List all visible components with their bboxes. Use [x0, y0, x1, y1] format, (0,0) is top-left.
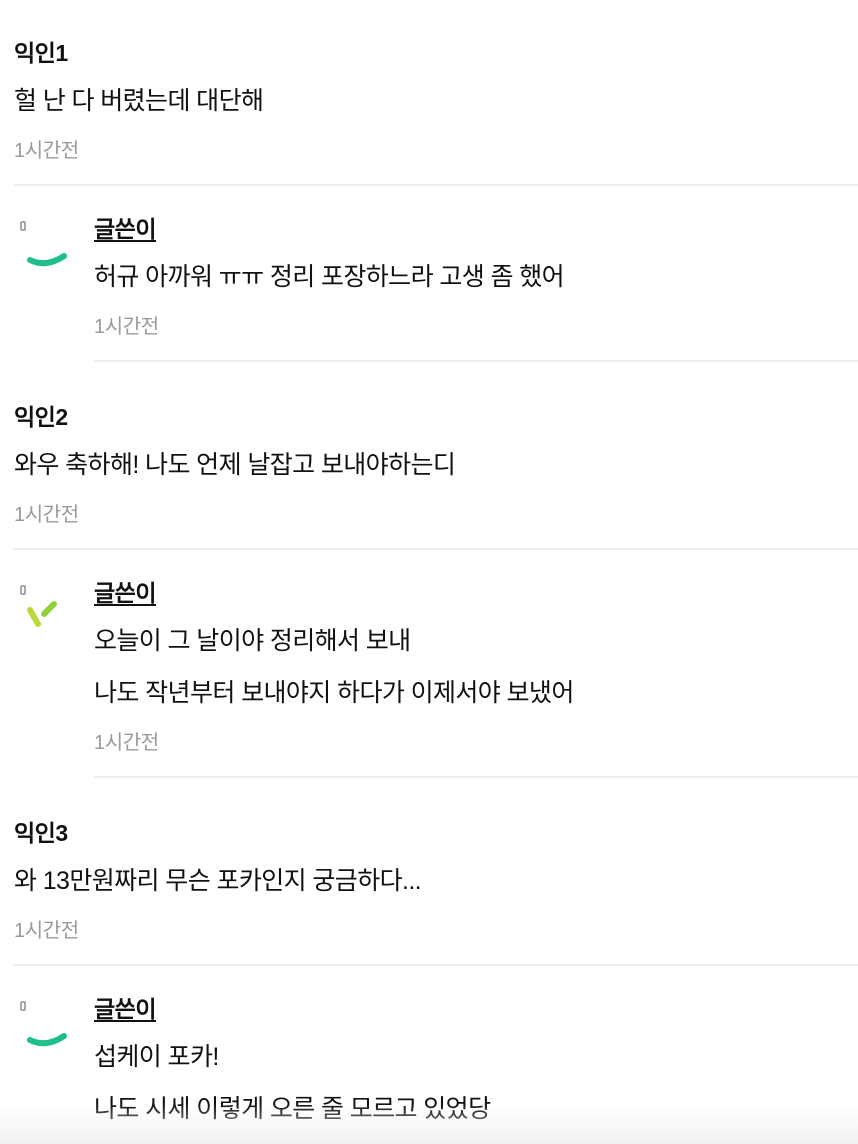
- comment-author[interactable]: 익인3: [14, 818, 858, 848]
- comment-author[interactable]: 익인1: [14, 38, 858, 68]
- comment-item: 익인1 헐 난 다 버렸는데 대단해 1시간전: [14, 38, 858, 164]
- comment-text: 헐 난 다 버렸는데 대단해: [14, 87, 264, 115]
- green-arc-loading-icon: [20, 221, 67, 267]
- comment-author[interactable]: 익인2: [14, 402, 858, 432]
- reply-item: 글쓴이 섭케이 포카! 나도 시세 이렇게 오른 줄 모르고 있었당: [94, 994, 858, 1126]
- reply-text: 나도 작년부터 보내야지 하다가 이제서야 보냈어: [94, 679, 574, 707]
- reply-author[interactable]: 글쓴이: [94, 578, 858, 608]
- comment-time: 1시간전: [14, 504, 79, 526]
- comment-time: 1시간전: [14, 140, 79, 162]
- reply-divider: [94, 360, 858, 362]
- comment-divider: [14, 964, 858, 966]
- reply-text: 허규 아까워 ㅠㅠ 정리 포장하느라 고생 좀 했어: [94, 263, 565, 291]
- green-arc-loading-icon: [20, 1001, 67, 1047]
- reply-author[interactable]: 글쓴이: [94, 994, 858, 1024]
- comment-time: 1시간전: [14, 920, 79, 942]
- comment-text: 와 13만원짜리 무슨 포카인지 궁금하다...: [14, 867, 422, 895]
- reply-divider: [94, 776, 858, 778]
- yellow-green-ticks-loading-icon: [20, 585, 57, 627]
- comment-item: 익인3 와 13만원짜리 무슨 포카인지 궁금하다... 1시간전: [14, 818, 858, 944]
- comment-item: 익인2 와우 축하해! 나도 언제 날잡고 보내야하는디 1시간전: [14, 402, 858, 528]
- reply-time: 1시간전: [94, 732, 159, 754]
- comment-divider: [14, 548, 858, 550]
- comment-divider: [14, 184, 858, 186]
- reply-text: 오늘이 그 날이야 정리해서 보내: [94, 627, 411, 655]
- reply-text: 섭케이 포카!: [94, 1043, 219, 1071]
- reply-time: 1시간전: [94, 316, 159, 338]
- reply-author[interactable]: 글쓴이: [94, 214, 858, 244]
- reply-item: 글쓴이 오늘이 그 날이야 정리해서 보내 나도 작년부터 보내야지 하다가 이…: [94, 578, 858, 756]
- comment-text: 와우 축하해! 나도 언제 날잡고 보내야하는디: [14, 451, 456, 479]
- reply-text: 나도 시세 이렇게 오른 줄 모르고 있었당: [94, 1095, 491, 1123]
- comment-thread: 익인1 헐 난 다 버렸는데 대단해 1시간전 글쓴이 허규 아까워 ㅠㅠ 정리…: [0, 0, 858, 1144]
- reply-item: 글쓴이 허규 아까워 ㅠㅠ 정리 포장하느라 고생 좀 했어 1시간전: [94, 214, 858, 340]
